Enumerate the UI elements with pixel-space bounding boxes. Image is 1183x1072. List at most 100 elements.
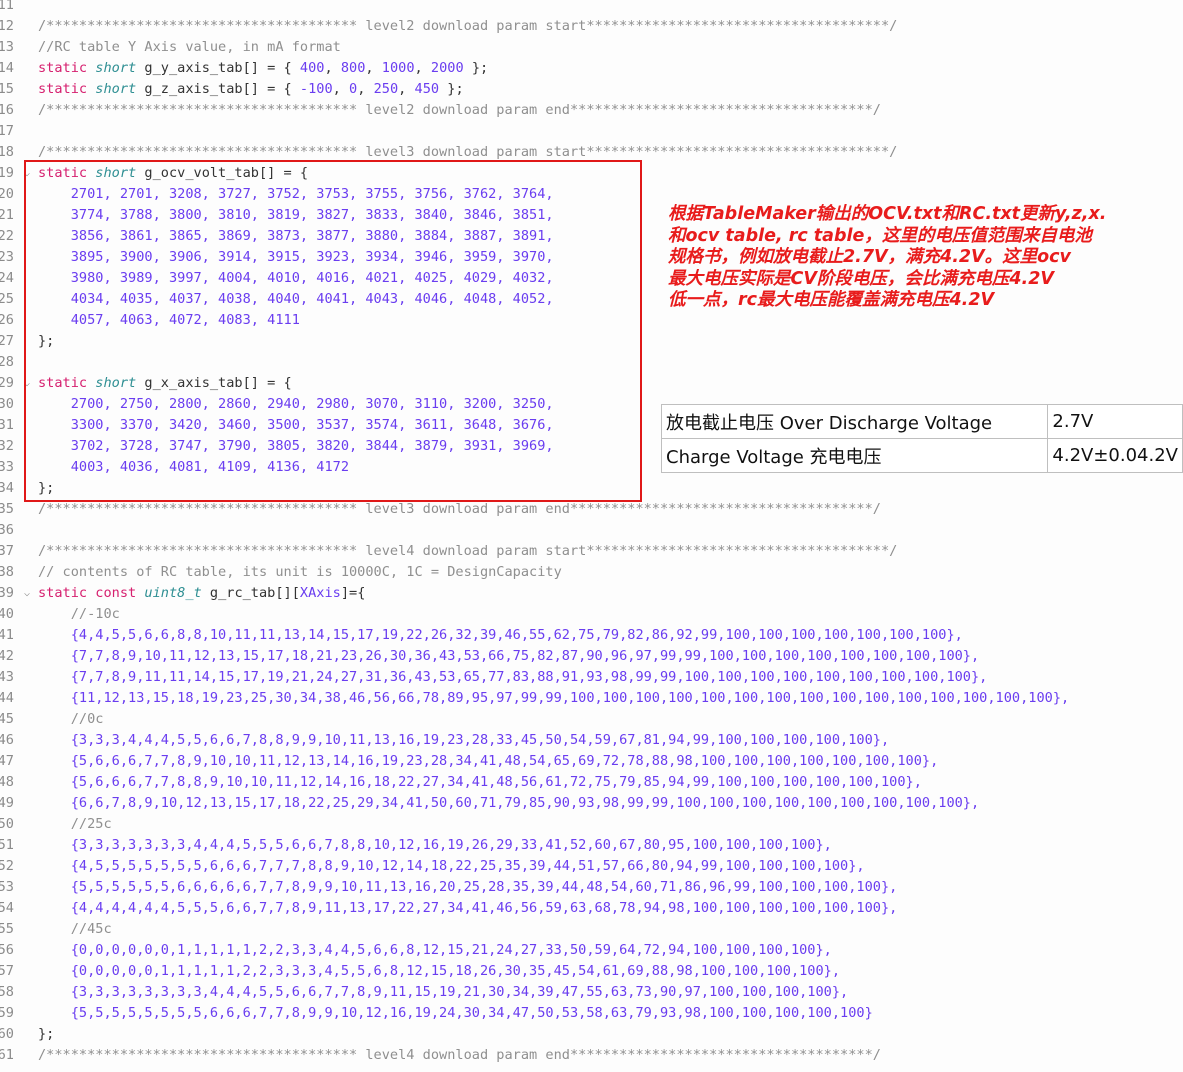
code-token: 4034, 4035, 4037, 4038, 4040, 4041, 4043…: [38, 291, 554, 307]
line-number: 25: [0, 291, 14, 307]
code-text: {11,12,13,15,18,19,23,25,30,34,38,46,56,…: [38, 688, 1069, 709]
line-number: 21: [0, 207, 14, 223]
spec-label: 放电截止电压 Over Discharge Voltage: [660, 404, 1049, 439]
code-token: };: [38, 1026, 55, 1042]
code-token: {0,0,0,0,0,1,1,1,1,1,2,2,3,3,3,4,5,5,6,8…: [38, 963, 841, 979]
code-token: {3,3,3,3,3,3,3,3,4,4,4,5,5,6,6,7,7,8,9,1…: [38, 984, 849, 1000]
code-token: {5,6,6,6,7,7,8,9,10,10,11,12,13,14,16,19…: [38, 753, 939, 769]
code-line[interactable]: 40 //-10c: [0, 604, 1183, 625]
code-line[interactable]: 47 {5,6,6,6,7,7,8,9,10,10,11,12,13,14,16…: [0, 751, 1183, 772]
code-text: {5,5,5,5,5,5,6,6,6,6,6,7,7,8,9,9,10,11,1…: [38, 877, 898, 898]
code-token: static: [38, 60, 96, 76]
code-line[interactable]: 58 {3,3,3,3,3,3,3,3,4,4,4,5,5,6,6,7,7,8,…: [0, 982, 1183, 1003]
code-token: {6,6,7,8,9,10,12,13,15,17,18,22,25,29,34…: [38, 795, 980, 811]
code-line[interactable]: 13 //RC table Y Axis value, in mA format: [0, 37, 1183, 58]
code-line[interactable]: 19 ⌵ static short g_ocv_volt_tab[] = {: [0, 163, 1183, 184]
line-number: 27: [0, 333, 14, 349]
code-text: static short g_ocv_volt_tab[] = {: [38, 163, 308, 184]
code-line[interactable]: 49 {6,6,7,8,9,10,12,13,15,17,18,22,25,29…: [0, 793, 1183, 814]
code-text: 3702, 3728, 3747, 3790, 3805, 3820, 3844…: [38, 436, 554, 457]
fold-toggle-icon[interactable]: ⌵: [24, 583, 30, 604]
line-number: 38: [0, 564, 14, 580]
code-line[interactable]: 59 {5,5,5,5,5,5,5,5,6,6,6,7,7,8,9,9,10,1…: [0, 1003, 1183, 1024]
code-token: ]={: [340, 585, 366, 601]
line-number: 13: [0, 39, 14, 55]
code-text: {4,4,5,5,6,6,8,8,10,11,11,13,14,15,17,19…: [38, 625, 963, 646]
code-token: ,: [414, 60, 431, 76]
code-token: {7,7,8,9,11,11,14,15,17,19,21,24,27,31,3…: [38, 669, 988, 685]
code-token: /************************************** …: [38, 144, 898, 160]
code-line[interactable]: 26 4057, 4063, 4072, 4083, 4111: [0, 310, 1183, 331]
code-line[interactable]: 38 // contents of RC table, its unit is 1…: [0, 562, 1183, 583]
code-line[interactable]: 61 /*************************************…: [0, 1045, 1183, 1066]
code-line[interactable]: 12 /*************************************…: [0, 16, 1183, 37]
code-line[interactable]: 17: [0, 121, 1183, 142]
line-number: 14: [0, 60, 14, 76]
code-line[interactable]: 48 {5,6,6,6,7,7,8,8,9,10,10,11,12,14,16,…: [0, 772, 1183, 793]
code-line[interactable]: 20 2701, 2701, 3208, 3727, 3752, 3753, 3…: [0, 184, 1183, 205]
annotation-line: 规格书，例如放电截止2.7V，满充4.2V。这里ocv: [668, 247, 1071, 267]
spec-row: 放电截止电压 Over Discharge Voltage 2.7V: [660, 404, 1183, 439]
line-number: 54: [0, 900, 14, 916]
code-line[interactable]: 52 {4,5,5,5,5,5,5,5,6,6,6,7,7,7,8,8,9,10…: [0, 856, 1183, 877]
code-line[interactable]: 39 ⌵ static const uint8_t g_rc_tab[][XAxis…: [0, 583, 1183, 604]
line-number: 50: [0, 816, 14, 832]
code-token: {4,4,5,5,6,6,8,8,10,11,11,13,14,15,17,19…: [38, 627, 963, 643]
code-text: };: [38, 331, 54, 352]
code-text: 3895, 3900, 3906, 3914, 3915, 3923, 3934…: [38, 247, 554, 268]
code-line[interactable]: 46 {3,3,3,4,4,4,5,5,6,6,7,8,8,9,9,10,11,…: [0, 730, 1183, 751]
code-line[interactable]: 53 {5,5,5,5,5,5,6,6,6,6,6,7,7,8,9,9,10,1…: [0, 877, 1183, 898]
code-token: ,: [332, 81, 350, 97]
line-number: 17: [0, 123, 14, 139]
code-token: /************************************** …: [38, 102, 881, 118]
code-line[interactable]: 42 {7,7,8,9,10,11,12,13,15,17,18,21,23,2…: [0, 646, 1183, 667]
code-token: {4,4,4,4,4,4,5,5,5,6,6,7,7,8,9,11,13,17,…: [38, 900, 898, 916]
code-line[interactable]: 37 /*************************************…: [0, 541, 1183, 562]
code-line[interactable]: 34};: [0, 478, 1183, 499]
code-line[interactable]: 11: [0, 0, 1183, 16]
code-token: 450: [414, 81, 440, 97]
code-line[interactable]: 54 {4,4,4,4,4,4,5,5,5,6,6,7,7,8,9,11,13,…: [0, 898, 1183, 919]
code-token: g_x_axis_tab[] = {: [136, 375, 292, 391]
code-token: ,: [357, 81, 374, 97]
code-token: /************************************** …: [38, 18, 898, 34]
code-text: /************************************** …: [38, 499, 881, 520]
code-line[interactable]: 45 //0c: [0, 709, 1183, 730]
code-line[interactable]: 50 //25c: [0, 814, 1183, 835]
code-token: {0,0,0,0,0,0,1,1,1,1,1,2,2,3,3,4,4,5,6,6…: [38, 942, 832, 958]
code-line[interactable]: 29 ⌵ static short g_x_axis_tab[] = {: [0, 373, 1183, 394]
code-text: //25c: [38, 814, 112, 835]
line-number: 12: [0, 18, 14, 34]
code-line[interactable]: 36: [0, 520, 1183, 541]
annotation-line: 最大电压实际是CV阶段电压，会比满充电压4.2V: [668, 268, 1054, 289]
code-line[interactable]: 16 /*************************************…: [0, 100, 1183, 121]
code-token: 3300, 3370, 3420, 3460, 3500, 3537, 3574…: [38, 417, 554, 433]
fold-toggle-icon[interactable]: ⌵: [24, 373, 30, 394]
code-line[interactable]: 60};: [0, 1024, 1183, 1045]
code-line[interactable]: 14 static short g_y_axis_tab[] = { 400, 8…: [0, 58, 1183, 79]
code-line[interactable]: 51 {3,3,3,3,3,3,3,4,4,4,5,5,5,6,6,7,8,8,…: [0, 835, 1183, 856]
code-line[interactable]: 41 {4,4,5,5,6,6,8,8,10,11,11,13,14,15,17…: [0, 625, 1183, 646]
code-line[interactable]: 56 {0,0,0,0,0,0,1,1,1,1,1,2,2,3,3,4,4,5,…: [0, 940, 1183, 961]
code-token: g_z_axis_tab[] = {: [136, 81, 300, 97]
code-editor[interactable]: 11 12 /***********************************…: [0, 0, 1183, 1072]
code-token: 3895, 3900, 3906, 3914, 3915, 3923, 3934…: [38, 249, 554, 265]
code-text: static short g_x_axis_tab[] = {: [38, 373, 292, 394]
line-number: 41: [0, 627, 14, 643]
code-text: static short g_z_axis_tab[] = { -100, 0,…: [38, 79, 464, 100]
code-token: XAxis: [299, 585, 341, 601]
code-line[interactable]: 35 /*************************************…: [0, 499, 1183, 520]
code-line[interactable]: 43 {7,7,8,9,11,11,14,15,17,19,21,24,27,3…: [0, 667, 1183, 688]
code-line[interactable]: 28: [0, 352, 1183, 373]
code-line[interactable]: 15 static short g_z_axis_tab[] = { -100, …: [0, 79, 1183, 100]
code-line[interactable]: 18 /*************************************…: [0, 142, 1183, 163]
code-line[interactable]: 57 {0,0,0,0,0,1,1,1,1,1,2,2,3,3,3,4,5,5,…: [0, 961, 1183, 982]
code-line[interactable]: 27};: [0, 331, 1183, 352]
spec-table: 放电截止电压 Over Discharge Voltage 2.7V Charg…: [660, 404, 1183, 473]
fold-toggle-icon[interactable]: ⌵: [24, 163, 30, 184]
code-line[interactable]: 44 {11,12,13,15,18,19,23,25,30,34,38,46,…: [0, 688, 1183, 709]
code-text: //RC table Y Axis value, in mA format: [38, 37, 341, 58]
code-line[interactable]: 55 //45c: [0, 919, 1183, 940]
line-number: 55: [0, 921, 14, 937]
line-number: 33: [0, 459, 14, 475]
